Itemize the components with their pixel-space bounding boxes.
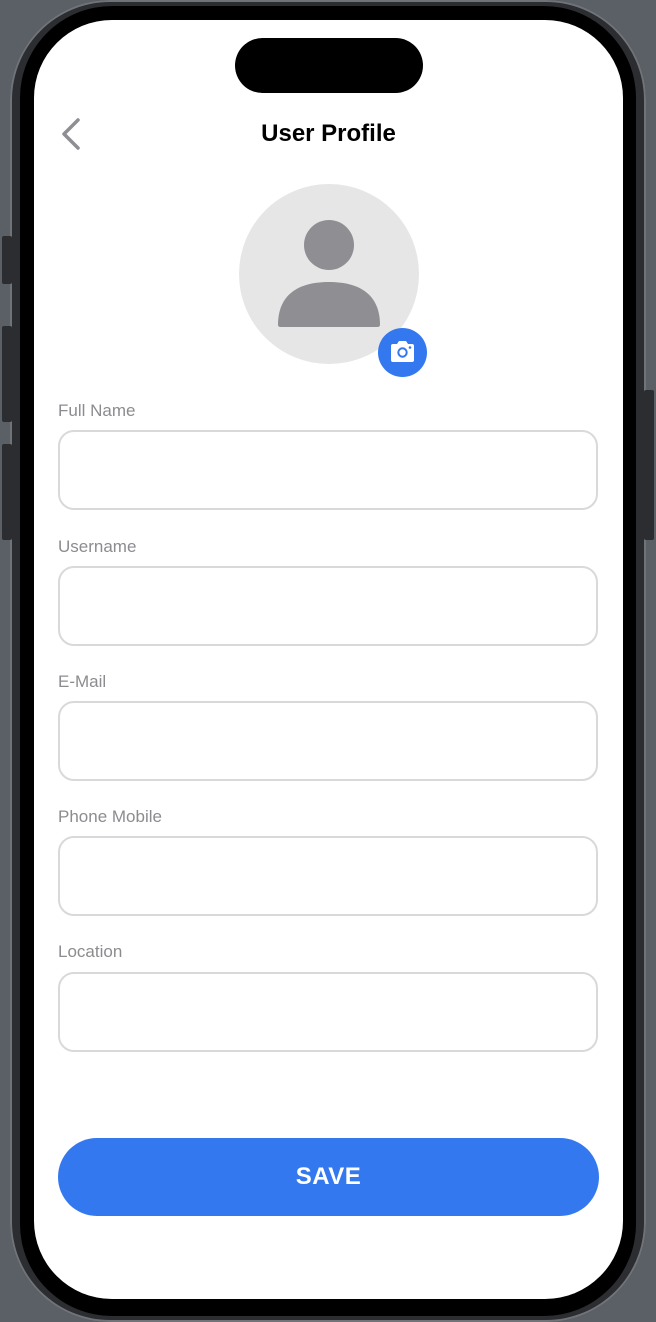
email-label: E-Mail bbox=[58, 672, 107, 691]
location-input[interactable] bbox=[58, 972, 598, 1052]
volume-down-button bbox=[2, 444, 12, 540]
save-button[interactable]: SAVE bbox=[58, 1138, 599, 1216]
screen: User Profile Full Name Username E-Mail P… bbox=[34, 20, 623, 1299]
username-input[interactable] bbox=[58, 566, 598, 646]
full-name-label: Full Name bbox=[58, 401, 136, 420]
email-input[interactable] bbox=[58, 701, 598, 781]
location-label: Location bbox=[58, 942, 123, 961]
power-button bbox=[644, 390, 654, 540]
phone-mobile-label: Phone Mobile bbox=[58, 807, 162, 826]
username-label: Username bbox=[58, 537, 137, 556]
camera-icon bbox=[391, 341, 414, 362]
phone-mobile-input[interactable] bbox=[58, 836, 598, 916]
full-name-input[interactable] bbox=[58, 430, 598, 510]
change-photo-button[interactable] bbox=[378, 328, 427, 377]
action-button bbox=[2, 236, 12, 284]
page-title: User Profile bbox=[261, 120, 396, 147]
dynamic-island bbox=[235, 38, 423, 93]
volume-up-button bbox=[2, 326, 12, 422]
